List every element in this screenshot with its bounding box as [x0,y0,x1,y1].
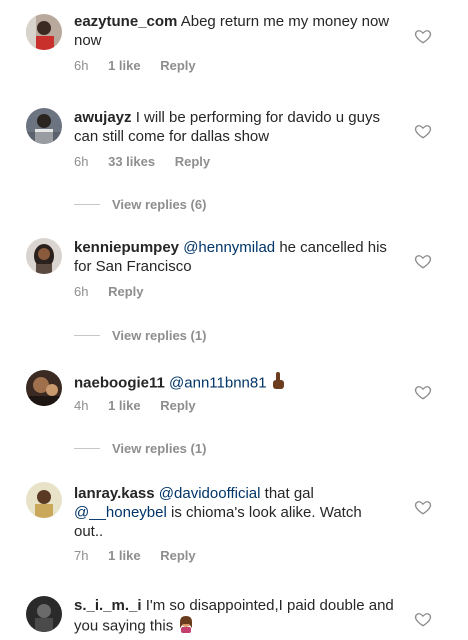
comment-username[interactable]: lanray.kass [74,485,155,502]
comment-mention[interactable]: @davidoofficial [159,485,261,502]
view-replies-label: View replies (1) [112,440,207,456]
comment-username[interactable]: awujayz [74,109,132,126]
reply-button[interactable]: Reply [175,154,210,169]
comment-likes[interactable]: 1 like [108,548,141,563]
comment-meta: 6h 33 likes Reply [74,154,226,169]
avatar[interactable] [26,596,62,632]
comment-username[interactable]: s._i._m._i [74,597,142,614]
comment-body: that gal [264,485,314,502]
comment-meta: 4h 1 like Reply [74,398,212,413]
reply-button[interactable]: Reply [160,58,195,73]
reply-button[interactable]: Reply [160,548,195,563]
comment-time: 7h [74,548,89,563]
pointing-up-emoji [271,372,285,395]
heart-icon[interactable] [414,498,432,516]
avatar[interactable] [26,108,62,144]
comment-username[interactable]: naeboogie11 [74,374,165,391]
avatar[interactable] [26,238,62,274]
comment-text: s._i._m._i I'm so disappointed,I paid do… [74,596,394,638]
divider [74,203,100,205]
comment-meta: 6h Reply [74,284,160,299]
comment-likes[interactable]: 33 likes [108,154,155,169]
comment-text: lanray.kass @davidoofficial that gal @__… [74,484,394,541]
comment-text: eazytune_com Abeg return me my money now… [74,12,394,50]
view-replies-button[interactable]: View replies (6) [74,196,206,212]
comment-mention[interactable]: @ann11bnn81 [169,374,267,391]
heart-icon[interactable] [414,383,432,401]
comment-meta: 6h 1 like Reply [74,58,212,73]
heart-icon[interactable] [414,610,432,628]
avatar[interactable] [26,370,62,406]
comment-mention[interactable]: @__honeybel [74,504,167,521]
comment-text: awujayz I will be performing for davido … [74,108,394,146]
comment-likes[interactable]: 1 like [108,58,141,73]
view-replies-label: View replies (1) [112,327,207,343]
avatar[interactable] [26,14,62,50]
comment-time: 4h [74,398,89,413]
divider [74,447,100,449]
comment-text: naeboogie11 @ann11bnn81 [74,372,394,395]
reply-button[interactable]: Reply [160,398,195,413]
avatar[interactable] [26,482,62,518]
comment-time: 6h [74,284,89,299]
comment-mention[interactable]: @hennymilad [183,239,275,256]
comment-time: 6h [74,58,89,73]
divider [74,334,100,336]
comment-username[interactable]: eazytune_com [74,13,177,30]
reply-button[interactable]: Reply [108,284,143,299]
comment-text: kenniepumpey @hennymilad he cancelled hi… [74,238,394,276]
heart-icon[interactable] [414,122,432,140]
comment-meta: 7h 1 like Reply [74,548,212,563]
heart-icon[interactable] [414,27,432,45]
comment-time: 6h [74,154,89,169]
view-replies-label: View replies (6) [112,196,207,212]
woman-facepalming-emoji [177,615,195,638]
heart-icon[interactable] [414,252,432,270]
view-replies-button[interactable]: View replies (1) [74,440,206,456]
comment-likes[interactable]: 1 like [108,398,141,413]
comment-username[interactable]: kenniepumpey [74,239,179,256]
view-replies-button[interactable]: View replies (1) [74,327,206,343]
